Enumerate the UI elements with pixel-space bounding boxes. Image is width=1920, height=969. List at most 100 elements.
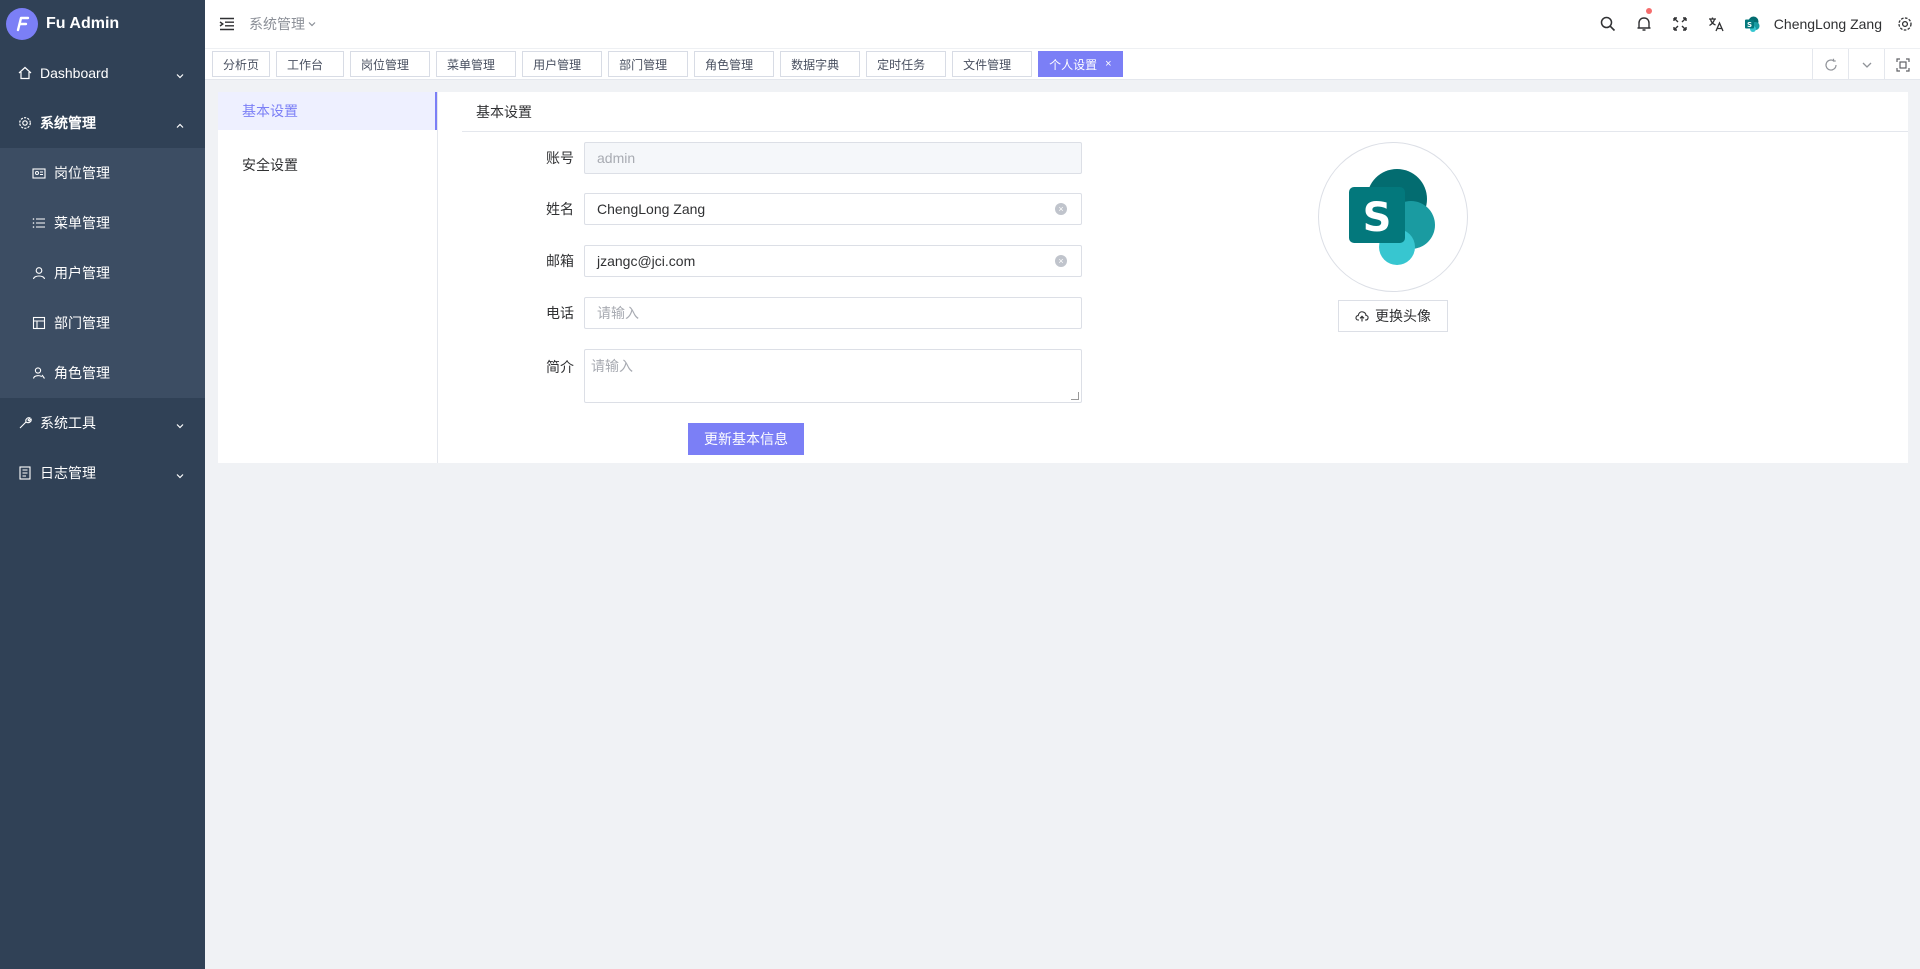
update-basic-info-button[interactable]: 更新基本信息 bbox=[688, 423, 804, 455]
sidebar-item-label: 日志管理 bbox=[40, 465, 96, 481]
user-avatar[interactable]: S bbox=[1734, 0, 1770, 48]
sidebar-item-label: 用户管理 bbox=[54, 265, 110, 281]
fullscreen-icon[interactable] bbox=[1662, 0, 1698, 48]
sidebar: Fu Admin Dashboard 系统管理 岗位管理 菜单管理 用户管理 部 bbox=[0, 0, 205, 969]
sidebar-item-dept[interactable]: 部门管理 bbox=[0, 298, 205, 348]
tag-label: 部门管理 bbox=[619, 57, 668, 72]
tag-label: 文件管理 bbox=[963, 57, 1012, 72]
email-value: jzangc@jci.com bbox=[597, 253, 696, 269]
refresh-icon[interactable] bbox=[1812, 49, 1848, 80]
sidebar-item-system[interactable]: 系统管理 bbox=[0, 98, 205, 148]
tag-workbench[interactable]: 工作台 bbox=[276, 51, 345, 77]
chevron-down-icon bbox=[175, 418, 185, 429]
account-field: admin bbox=[584, 142, 1082, 174]
sidebar-item-label: Dashboard bbox=[40, 65, 109, 81]
sidebar-item-logs[interactable]: 日志管理 bbox=[0, 448, 205, 498]
app-title: Fu Admin bbox=[46, 15, 120, 32]
maximize-icon[interactable] bbox=[1884, 49, 1920, 80]
sidebar-item-user[interactable]: 用户管理 bbox=[0, 248, 205, 298]
profile-panel: 基本设置 安全设置 基本设置 账号 admin 姓名 ChengLong Zan… bbox=[218, 92, 1908, 463]
notification-dot bbox=[1645, 8, 1652, 14]
search-icon[interactable] bbox=[1590, 0, 1626, 48]
logo[interactable]: Fu Admin bbox=[0, 0, 205, 48]
tag-file[interactable]: 文件管理 bbox=[952, 51, 1033, 77]
breadcrumb[interactable]: 系统管理 bbox=[249, 14, 317, 34]
intro-label: 简介 bbox=[546, 359, 574, 375]
form-row-account: 账号 admin bbox=[462, 142, 1082, 174]
tag-menu[interactable]: 菜单管理 bbox=[436, 51, 517, 77]
name-field[interactable]: ChengLong Zang × bbox=[584, 193, 1082, 225]
resize-handle[interactable] bbox=[1071, 392, 1079, 400]
chevron-up-icon bbox=[175, 118, 185, 128]
phone-field[interactable]: 请输入 bbox=[584, 297, 1082, 329]
user-icon bbox=[32, 266, 46, 280]
translate-icon[interactable] bbox=[1698, 0, 1734, 48]
settings-gear-icon[interactable] bbox=[1890, 0, 1920, 48]
sidebar-item-label: 角色管理 bbox=[54, 365, 110, 381]
list-icon bbox=[32, 216, 46, 230]
tag-analysis[interactable]: 分析页 bbox=[212, 51, 271, 77]
sharepoint-logo-icon: S bbox=[1349, 169, 1435, 265]
sidebar-item-menu[interactable]: 菜单管理 bbox=[0, 198, 205, 248]
sidebar-item-label: 系统管理 bbox=[40, 115, 96, 131]
sidebar-item-label: 岗位管理 bbox=[54, 165, 110, 181]
id-card-icon bbox=[32, 166, 46, 180]
clear-icon[interactable]: × bbox=[1055, 255, 1067, 267]
email-label: 邮箱 bbox=[546, 253, 574, 269]
tag-user[interactable]: 用户管理 bbox=[522, 51, 603, 77]
tag-label: 角色管理 bbox=[705, 57, 754, 72]
intro-textarea[interactable]: 请输入 bbox=[584, 349, 1082, 403]
sidebar-item-label: 系统工具 bbox=[40, 415, 96, 431]
tag-schedule[interactable]: 定时任务 bbox=[866, 51, 947, 77]
close-icon[interactable]: × bbox=[1105, 58, 1111, 70]
wrench-icon bbox=[18, 416, 32, 430]
tag-label: 用户管理 bbox=[533, 57, 582, 72]
header-actions: S ChengLong Zang bbox=[1590, 0, 1920, 48]
sidebar-item-label: 菜单管理 bbox=[54, 215, 110, 231]
cloud-upload-icon bbox=[1355, 310, 1369, 322]
home-icon bbox=[18, 66, 32, 80]
tag-post[interactable]: 岗位管理 bbox=[350, 51, 431, 77]
svg-text:S: S bbox=[1747, 21, 1752, 29]
sidebar-item-label: 部门管理 bbox=[54, 315, 110, 331]
name-label: 姓名 bbox=[546, 201, 574, 217]
settings-menu-basic[interactable]: 基本设置 bbox=[218, 92, 437, 130]
name-value: ChengLong Zang bbox=[597, 201, 706, 217]
tag-label: 数据字典 bbox=[791, 57, 840, 72]
chevron-down-icon bbox=[175, 468, 185, 479]
sidebar-item-dashboard[interactable]: Dashboard bbox=[0, 48, 205, 98]
tags-view: 分析页 工作台 岗位管理 菜单管理 用户管理 部门管理 角色管理 数据字典 定时… bbox=[205, 48, 1920, 80]
form-row-name: 姓名 ChengLong Zang × bbox=[462, 193, 1082, 225]
email-field[interactable]: jzangc@jci.com × bbox=[584, 245, 1082, 277]
sidebar-item-post[interactable]: 岗位管理 bbox=[0, 148, 205, 198]
gear-icon bbox=[18, 116, 32, 130]
logo-icon bbox=[6, 8, 38, 40]
tag-label: 菜单管理 bbox=[447, 57, 496, 72]
role-icon bbox=[32, 366, 46, 380]
sidebar-item-tools[interactable]: 系统工具 bbox=[0, 398, 205, 448]
tag-profile[interactable]: 个人设置 × bbox=[1038, 51, 1123, 77]
settings-menu-security[interactable]: 安全设置 bbox=[218, 146, 437, 184]
avatar[interactable]: S bbox=[1318, 142, 1468, 292]
svg-text:S: S bbox=[1363, 195, 1392, 241]
tag-dict[interactable]: 数据字典 bbox=[780, 51, 861, 77]
tag-label: 定时任务 bbox=[877, 57, 926, 72]
section-title: 基本设置 bbox=[462, 92, 1908, 132]
phone-placeholder: 请输入 bbox=[597, 305, 639, 321]
bell-icon[interactable] bbox=[1626, 0, 1662, 48]
change-avatar-label: 更换头像 bbox=[1375, 308, 1431, 324]
tag-role[interactable]: 角色管理 bbox=[694, 51, 775, 77]
phone-label: 电话 bbox=[546, 305, 574, 321]
sidebar-item-role[interactable]: 角色管理 bbox=[0, 348, 205, 398]
form-row-phone: 电话 请输入 bbox=[462, 297, 1082, 329]
chevron-down-icon[interactable] bbox=[1848, 49, 1884, 80]
breadcrumb-item: 系统管理 bbox=[249, 16, 305, 32]
change-avatar-button[interactable]: 更换头像 bbox=[1338, 300, 1448, 332]
tag-dept[interactable]: 部门管理 bbox=[608, 51, 689, 77]
clear-icon[interactable]: × bbox=[1055, 203, 1067, 215]
intro-placeholder: 请输入 bbox=[591, 358, 633, 374]
tag-label: 工作台 bbox=[287, 57, 324, 72]
tag-label: 个人设置 bbox=[1049, 57, 1098, 72]
user-name[interactable]: ChengLong Zang bbox=[1774, 16, 1882, 32]
collapse-menu-icon[interactable] bbox=[217, 14, 237, 34]
